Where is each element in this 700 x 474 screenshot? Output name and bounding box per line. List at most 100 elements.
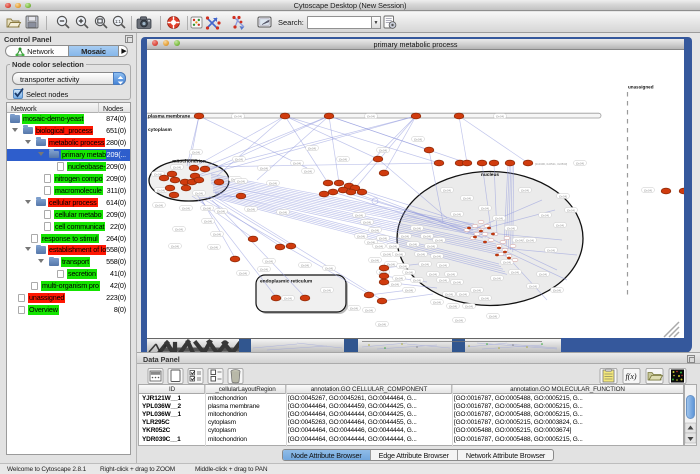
svg-text:[0x04]: [0x04] xyxy=(433,300,441,304)
svg-text:[0x04]: [0x04] xyxy=(559,194,567,198)
svg-text:[0x04]: [0x04] xyxy=(489,314,497,318)
svg-text:[0x04]: [0x04] xyxy=(387,262,395,266)
svg-text:[0x04]: [0x04] xyxy=(235,157,243,161)
svg-text:[0x04]: [0x04] xyxy=(423,234,431,238)
svg-text:[0x04]: [0x04] xyxy=(234,114,242,118)
svg-text:[0x04]: [0x04] xyxy=(355,213,363,217)
svg-text:[0x04]: [0x04] xyxy=(463,196,471,200)
svg-text:cytoplasm: cytoplasm xyxy=(148,127,172,133)
svg-text:mitochondrion: mitochondrion xyxy=(172,158,206,164)
svg-text:[0x04]: [0x04] xyxy=(182,206,190,210)
svg-text:[0x04]: [0x04] xyxy=(195,191,203,195)
svg-text:[0x04]: [0x04] xyxy=(459,292,467,296)
svg-text:[0x04]: [0x04] xyxy=(395,276,403,280)
svg-text:[0x04]: [0x04] xyxy=(204,219,212,223)
svg-text:[0x04]: [0x04] xyxy=(389,244,397,248)
svg-text:[0x04]: [0x04] xyxy=(405,270,413,274)
svg-text:[0x04]: [0x04] xyxy=(644,188,652,192)
svg-text:[0x04]: [0x04] xyxy=(417,252,425,256)
svg-text:[0x04]: [0x04] xyxy=(413,226,421,230)
svg-text:[0x04]: [0x04] xyxy=(427,244,435,248)
svg-text:[0x04]: [0x04] xyxy=(260,166,268,170)
svg-text:[0x04]: [0x04] xyxy=(399,264,407,268)
svg-text:[0x04]: [0x04] xyxy=(414,137,422,141)
svg-text:[0x04]: [0x04] xyxy=(391,282,399,286)
svg-text:[0x04]: [0x04] xyxy=(473,288,481,292)
svg-text:[0x04]: [0x04] xyxy=(301,263,309,267)
svg-text:[0x04]: [0x04] xyxy=(539,272,547,276)
svg-text:[0x04]: [0x04] xyxy=(237,179,245,183)
svg-text:[0x04]: [0x04] xyxy=(507,226,515,230)
svg-text:[0x04]: [0x04] xyxy=(401,234,409,238)
svg-text:[0x04]: [0x04] xyxy=(203,206,211,210)
svg-text:[0x04]: [0x04] xyxy=(323,288,331,292)
svg-text:[0x04]: [0x04] xyxy=(443,188,451,192)
svg-text:[0x04]: [0x04] xyxy=(449,304,457,308)
svg-text:[0x04]: [0x04] xyxy=(413,278,421,282)
svg-text:[0x04]: [0x04] xyxy=(511,270,519,274)
svg-text:[0x04]: [0x04] xyxy=(521,188,529,192)
svg-text:[0x04]: [0x04] xyxy=(293,161,301,165)
svg-text:[0x04]: [0x04] xyxy=(363,220,371,224)
svg-text:[0x04]: [0x04] xyxy=(357,234,365,238)
svg-text:[0x04]: [0x04] xyxy=(529,284,537,288)
svg-text:[0x04]: [0x04] xyxy=(284,296,292,300)
svg-text:[0x04]: [0x04] xyxy=(541,213,549,217)
svg-text:[0x04]: [0x04] xyxy=(493,276,501,280)
svg-text:[0x04]: [0x04] xyxy=(192,150,200,154)
svg-text:[0x04]: [0x04] xyxy=(304,169,312,173)
svg-text:[0x04]: [0x04] xyxy=(496,114,504,118)
svg-text:[0x04]: [0x04] xyxy=(553,288,561,292)
svg-text:[0x04]: [0x04] xyxy=(495,216,503,220)
svg-text:[0x04]: [0x04] xyxy=(526,238,534,242)
svg-text:[0x04]: [0x04] xyxy=(339,157,347,161)
svg-text:[0x04]: [0x04] xyxy=(515,238,523,242)
svg-text:[0x04]: [0x04] xyxy=(269,181,277,185)
svg-text:[0x04]: [0x04] xyxy=(213,232,221,236)
svg-text:[0x04]: [0x04] xyxy=(439,278,447,282)
svg-text:[0x04]: [0x04] xyxy=(405,288,413,292)
svg-text:endoplasmic reticulum: endoplasmic reticulum xyxy=(260,278,312,284)
svg-text:[0x04]: [0x04] xyxy=(265,259,273,263)
svg-text:[0x04]: [0x04] xyxy=(421,262,429,266)
svg-text:[0x04]: [0x04] xyxy=(567,208,575,212)
svg-text:[0x04]: [0x04] xyxy=(247,207,255,211)
svg-text:[0x04]: [0x04] xyxy=(576,161,584,165)
svg-text:[0x04]: [0x04] xyxy=(350,306,358,310)
svg-text:f(x): f(x) xyxy=(625,372,636,381)
svg-text:[0x04]: [0x04] xyxy=(409,242,417,246)
svg-text:plasma membrane: plasma membrane xyxy=(148,113,190,119)
svg-text:[0x04]: [0x04] xyxy=(367,114,375,118)
svg-text:[0x04]: [0x04] xyxy=(239,271,247,275)
svg-text:[0x04]: [0x04] xyxy=(439,263,447,267)
svg-text:[0x04]: [0x04] xyxy=(379,148,387,152)
svg-text:[0x04]: [0x04] xyxy=(481,296,489,300)
svg-text:[0x04]: [0x04] xyxy=(445,292,453,296)
svg-text:unassigned: unassigned xyxy=(628,84,654,89)
svg-text:[0x04]: [0x04] xyxy=(371,228,379,232)
svg-text:[0x04]: [0x04] xyxy=(435,238,443,242)
svg-text:[0x0496, 0x0521, 0x0533]: [0x0496, 0x0521, 0x0533] xyxy=(535,162,567,166)
svg-text:[0x04]: [0x04] xyxy=(429,272,437,276)
svg-text:[0x04]: [0x04] xyxy=(379,236,387,240)
svg-text:[0x04]: [0x04] xyxy=(433,254,441,258)
svg-text:[0x04]: [0x04] xyxy=(371,258,379,262)
svg-text:[0x04]: [0x04] xyxy=(175,227,183,231)
svg-text:[0x04]: [0x04] xyxy=(453,280,461,284)
svg-text:[0x04]: [0x04] xyxy=(260,267,268,271)
svg-text:[0x04]: [0x04] xyxy=(173,165,181,169)
svg-text:[0x04]: [0x04] xyxy=(481,206,489,210)
svg-text:[0x04]: [0x04] xyxy=(210,245,218,249)
svg-text:[0x04]: [0x04] xyxy=(155,203,163,207)
svg-text:[0x04]: [0x04] xyxy=(325,266,333,270)
svg-text:[0x04]: [0x04] xyxy=(503,260,511,264)
svg-text:[0x04]: [0x04] xyxy=(447,272,455,276)
svg-text:nucleus: nucleus xyxy=(481,172,499,178)
svg-text:[0x04]: [0x04] xyxy=(279,210,287,214)
svg-text:[0x04]: [0x04] xyxy=(157,188,165,192)
svg-text:[0x04]: [0x04] xyxy=(375,244,383,248)
svg-text:[0x04]: [0x04] xyxy=(453,212,461,216)
svg-text:[0x04]: [0x04] xyxy=(455,318,463,322)
svg-text:[0x04]: [0x04] xyxy=(383,252,391,256)
svg-text:[0x04]: [0x04] xyxy=(308,146,316,150)
